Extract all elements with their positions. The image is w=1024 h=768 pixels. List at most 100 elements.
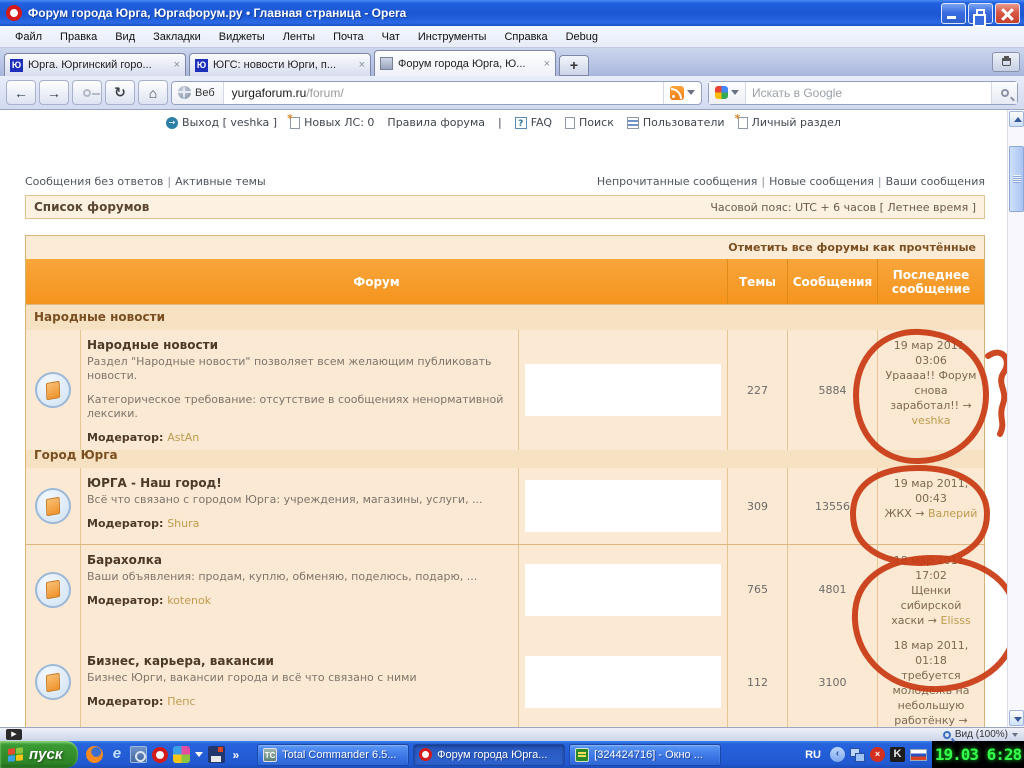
menu-file[interactable]: Файл [6, 28, 51, 46]
panels-toggle-button[interactable]: ▶ [6, 729, 22, 740]
kaspersky-icon[interactable]: K [890, 747, 905, 762]
menu-widgets[interactable]: Виджеты [210, 28, 274, 46]
url-field[interactable]: Веб yurgaforum.ru/forum/ [171, 81, 702, 105]
forum-title-link[interactable]: Бизнес, карьера, вакансии [87, 654, 512, 668]
menu-help[interactable]: Справка [495, 28, 556, 46]
private-messages-link[interactable]: Новых ЛС: 0 [290, 116, 374, 129]
close-button[interactable] [995, 3, 1020, 24]
floppy-save-icon[interactable] [208, 746, 225, 763]
url-text[interactable]: yurgaforum.ru/forum/ [224, 86, 663, 100]
menu-edit[interactable]: Правка [51, 28, 106, 46]
menu-view[interactable]: Вид [106, 28, 144, 46]
menu-tools[interactable]: Инструменты [409, 28, 496, 46]
last-post-date: 18 мар 2011, 17:02 [884, 553, 978, 583]
tab-forum-active[interactable]: Форум города Юрга, Ю... × [374, 50, 556, 76]
opera-icon[interactable] [152, 747, 168, 763]
russian-flag-icon[interactable] [910, 749, 927, 761]
menu-debug[interactable]: Debug [557, 28, 607, 46]
faq-link[interactable]: ? FAQ [515, 116, 552, 129]
forum-icon [35, 664, 71, 700]
language-indicator[interactable]: RU [801, 747, 825, 763]
reload-button[interactable]: ↻ [105, 80, 135, 105]
tray-collapse-icon[interactable]: ‹ [830, 747, 845, 762]
task-total-commander[interactable]: Total Commander 6.5... [257, 744, 409, 766]
address-bar: ← → ↻ ⌂ Веб yurgaforum.ru/forum/ [0, 76, 1024, 110]
web-mode-button[interactable]: Веб [172, 82, 224, 104]
board-index-title[interactable]: Список форумов [34, 200, 149, 214]
new-tab-button[interactable]: + [559, 55, 589, 76]
rss-button[interactable] [663, 82, 701, 104]
tab-close-icon[interactable]: × [174, 59, 180, 71]
camera-icon[interactable] [130, 746, 147, 763]
scroll-down-button[interactable] [1009, 710, 1024, 726]
firefox-icon[interactable] [86, 746, 103, 763]
search-engine-button[interactable] [709, 82, 746, 104]
search-go-button[interactable] [991, 82, 1017, 104]
last-post-topic-link[interactable]: Ураааа!! Форум снова заработал!! → [886, 369, 977, 412]
members-link[interactable]: Пользователи [627, 116, 725, 129]
unread-posts-link[interactable]: Непрочитанные сообщения [597, 175, 757, 188]
members-icon [627, 117, 639, 129]
menu-mail[interactable]: Почта [324, 28, 373, 46]
tray-clock[interactable]: 19.03 6:28 [932, 741, 1024, 768]
tab-close-icon[interactable]: × [359, 59, 365, 71]
menu-bookmarks[interactable]: Закладки [144, 28, 210, 46]
wand-button[interactable] [72, 80, 102, 105]
moderator-link[interactable]: AstAn [167, 431, 199, 444]
last-post-author-link[interactable]: Elisss [941, 614, 971, 627]
overflow-chevron-icon[interactable]: » [232, 748, 239, 762]
last-post-author-link[interactable]: veshka [912, 414, 951, 427]
back-button[interactable]: ← [6, 80, 36, 105]
your-posts-link[interactable]: Ваши сообщения [886, 175, 985, 188]
ucp-link[interactable]: Личный раздел [738, 116, 841, 129]
last-post-topic-link[interactable]: требуется молодёжь на небольшую работёнк… [893, 669, 970, 727]
chevron-down-icon[interactable] [195, 752, 203, 757]
logout-link[interactable]: → Выход [ veshka ] [166, 116, 277, 129]
acdsee-icon[interactable] [173, 746, 190, 763]
home-button[interactable]: ⌂ [138, 80, 168, 105]
zoom-control[interactable]: Вид (100%) [943, 729, 1018, 740]
disconnected-icon[interactable]: × [870, 747, 885, 762]
forum-title-link[interactable]: Барахолка [87, 553, 512, 567]
task-opera-forum[interactable]: Форум города Юрга... [413, 744, 565, 766]
menu-chat[interactable]: Чат [373, 28, 409, 46]
menu-feeds[interactable]: Ленты [274, 28, 324, 46]
forum-rules-link[interactable]: Правила форума [387, 116, 485, 129]
tab-yugs-news[interactable]: Ю ЮГС: новости Юрги, п... × [189, 53, 371, 76]
unanswered-link[interactable]: Сообщения без ответов [25, 175, 163, 188]
mark-forums-read-link[interactable]: Отметить все форумы как прочтённые [26, 236, 984, 259]
forum-title-link[interactable]: Народные новости [87, 338, 512, 352]
moderator-link[interactable]: kotenok [167, 594, 211, 607]
search-link[interactable]: Поиск [565, 116, 614, 129]
last-post-author-link[interactable]: Валерий [928, 507, 977, 520]
start-button[interactable]: пуск [0, 741, 78, 768]
user-links-bar: → Выход [ veshka ] Новых ЛС: 0 Правила ф… [0, 116, 1007, 129]
internet-explorer-icon[interactable] [108, 746, 125, 763]
closed-tabs-button[interactable] [992, 52, 1020, 72]
network-icon[interactable] [850, 747, 865, 762]
tab-close-icon[interactable]: × [544, 58, 550, 70]
zoom-icon [943, 731, 951, 739]
search-field[interactable] [708, 81, 1018, 105]
tab-yurga-city[interactable]: Ю Юрга. Юргинский горо... × [4, 53, 186, 76]
last-post-topic-link[interactable]: ЖКХ → [885, 507, 925, 520]
active-topics-link[interactable]: Активные темы [175, 175, 266, 188]
restore-button[interactable] [968, 3, 993, 24]
page-scrollbar[interactable] [1007, 110, 1024, 727]
search-input[interactable] [746, 86, 991, 100]
forward-button[interactable]: → [39, 80, 69, 105]
moderator-link[interactable]: Shura [167, 517, 199, 530]
minimize-button[interactable] [941, 3, 966, 24]
forum-title-link[interactable]: ЮРГА - Наш город! [87, 476, 512, 490]
task-icq-window[interactable]: [324424716] - Окно ... [569, 744, 721, 766]
pm-icon [290, 117, 300, 129]
scrollbar-thumb[interactable] [1009, 146, 1024, 212]
scroll-up-button[interactable] [1009, 111, 1024, 127]
section-header-narodnye[interactable]: Народные новости [26, 305, 984, 330]
tab-bar: Ю Юрга. Юргинский горо... × Ю ЮГС: новос… [0, 48, 1024, 76]
new-posts-link[interactable]: Новые сообщения [769, 175, 874, 188]
moderator-link[interactable]: Пепс [167, 695, 195, 708]
menu-bar: Файл Правка Вид Закладки Виджеты Ленты П… [0, 26, 1024, 48]
system-tray: RU ‹ × K 19.03 6:28 [801, 741, 1024, 768]
topics-count: 309 [728, 468, 788, 544]
